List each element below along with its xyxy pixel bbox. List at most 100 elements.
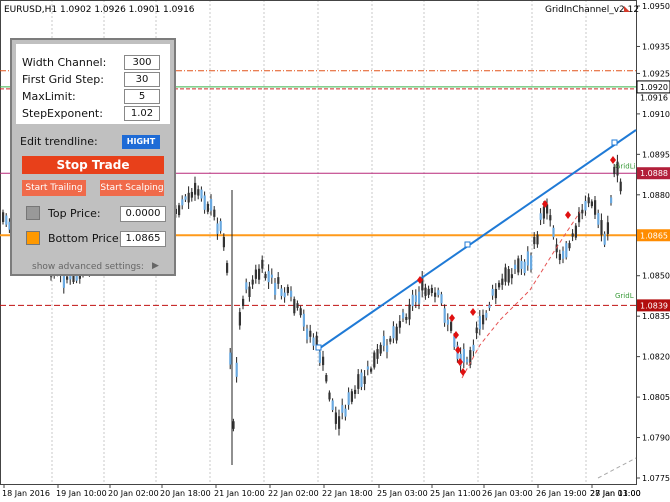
y-tick-label: 1.0850 — [642, 272, 670, 281]
candle-body — [248, 286, 251, 297]
candle-body — [597, 213, 600, 225]
candle-body — [414, 295, 417, 302]
candle-body — [226, 263, 229, 273]
candle-body — [264, 273, 267, 279]
candle-body — [613, 166, 616, 175]
y-tick-label: 1.0895 — [642, 150, 670, 159]
candle-body — [488, 304, 491, 308]
x-tick-label: 20 Jan 18:00 — [160, 489, 211, 498]
candle-body — [293, 298, 296, 314]
candle-body — [286, 287, 289, 293]
x-tick-label: 22 Jan 02:00 — [268, 489, 319, 498]
candle-body — [584, 200, 587, 211]
expand-arrow-icon[interactable]: ▶ — [152, 261, 159, 271]
candle-body — [203, 195, 206, 210]
bottom-price-field[interactable]: 1.0865 — [120, 231, 166, 247]
y-tick-label: 1.0790 — [642, 434, 670, 443]
y-tick-label: 1.0925 — [642, 69, 670, 78]
candle-body — [350, 391, 353, 402]
candle-body — [302, 313, 305, 327]
y-tick-label: 1.0880 — [642, 191, 670, 200]
y-tick-label: 1.0950 — [642, 2, 670, 11]
price-tag-label: 1.0839 — [640, 301, 668, 310]
candle-body — [386, 345, 389, 353]
candle-body — [280, 288, 283, 296]
candle-body — [338, 416, 341, 429]
start-scalping-button[interactable]: Start Scalping — [100, 180, 164, 196]
candle-body — [277, 277, 280, 284]
candle-body — [581, 209, 584, 214]
candle-body — [437, 290, 440, 296]
candle-body — [466, 359, 469, 363]
candle-body — [206, 203, 209, 212]
candle-body — [232, 421, 235, 429]
candle-body — [574, 225, 577, 238]
candle-body — [382, 336, 385, 346]
candle-body — [389, 338, 392, 342]
top-price-checkbox[interactable] — [26, 206, 40, 220]
y-tick-label: 1.0835 — [642, 312, 670, 321]
candle-body — [549, 215, 552, 221]
candle-body — [322, 356, 325, 366]
candle-body — [600, 220, 603, 235]
candle-body — [254, 269, 257, 279]
candle-body — [360, 372, 363, 387]
start-trailing-button[interactable]: Start Trailing — [22, 180, 86, 196]
candle-body — [184, 196, 187, 200]
candle-body — [520, 260, 523, 269]
first-grid-step-field[interactable]: 30 — [124, 72, 160, 87]
candle-body — [450, 322, 453, 331]
candle-body — [533, 236, 536, 245]
hight-button[interactable]: HIGHT — [122, 135, 160, 149]
x-tick-label: 22 Jan 18:00 — [322, 489, 373, 498]
candle-body — [606, 222, 609, 234]
top-price-field[interactable]: 0.0000 — [120, 206, 166, 222]
last-price-label: 1.0916 — [640, 94, 668, 103]
candle-body — [443, 308, 446, 323]
settings-block: Width Channel: 300 First Grid Step: 30 M… — [16, 44, 170, 124]
candle-body — [354, 389, 357, 394]
candle-body — [523, 261, 526, 273]
price-tag-label: 1.0888 — [640, 169, 668, 178]
candle-body — [210, 199, 213, 211]
advanced-settings-link[interactable]: show advanced settings: — [32, 262, 144, 272]
candle-body — [514, 264, 517, 270]
candle-body — [270, 274, 273, 278]
candle-body — [178, 205, 181, 216]
candle-body — [482, 314, 485, 325]
y-tick-label: 1.0935 — [642, 42, 670, 51]
width-channel-label: Width Channel: — [22, 56, 107, 69]
candle-body — [187, 192, 190, 203]
candle-body — [510, 274, 513, 279]
candle-body — [552, 227, 555, 238]
symbol-info: EURUSD,H1 1.0902 1.0926 1.0901 1.0916 — [4, 5, 195, 15]
x-tick-label: 26 Jan 19:00 — [536, 489, 587, 498]
width-channel-field[interactable]: 300 — [124, 55, 160, 70]
candle-body — [235, 362, 238, 377]
x-tick-label: 21 Jan 10:00 — [214, 489, 265, 498]
candle-body — [238, 312, 241, 326]
candle-body — [418, 291, 421, 304]
candle-body — [434, 292, 437, 297]
candle-body — [603, 233, 606, 245]
x-tick-label: 25 Jan 03:00 — [377, 489, 428, 498]
y-tick-label: 1.0910 — [642, 110, 670, 119]
x-tick-label: 28 Jan 03:00 — [590, 489, 641, 498]
candle-body — [398, 321, 401, 328]
y-tick-label: 1.0805 — [642, 393, 670, 402]
candle-body — [66, 276, 69, 280]
candle-body — [251, 279, 254, 285]
candle-body — [181, 199, 184, 206]
candle-body — [62, 274, 65, 288]
candle-body — [347, 392, 350, 405]
stop-trade-button[interactable]: Stop Trade — [22, 156, 164, 174]
candle-body — [536, 234, 539, 245]
candle-body — [402, 312, 405, 319]
step-exponent-field[interactable]: 1.02 — [124, 106, 160, 121]
max-limit-field[interactable]: 5 — [124, 89, 160, 104]
candle-body — [501, 278, 504, 285]
bottom-price-checkbox[interactable] — [26, 231, 40, 245]
candle-body — [379, 344, 382, 354]
candle-body — [376, 349, 379, 359]
candle-body — [357, 374, 360, 389]
